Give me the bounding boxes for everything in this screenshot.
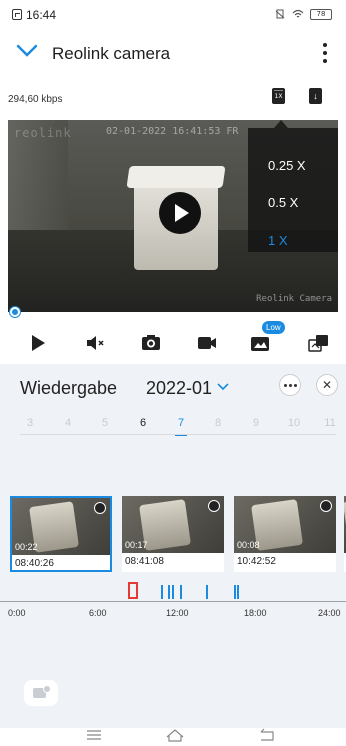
more-button[interactable] [279, 374, 301, 396]
menu-icon[interactable] [86, 728, 102, 742]
status-bar: 16:44 78 [0, 0, 346, 30]
motion-icon [94, 502, 106, 514]
day-item[interactable]: 8 [208, 417, 228, 429]
clip-item[interactable]: 00:17 08:41:08 [122, 496, 224, 572]
vibrate-mute-icon [275, 9, 285, 19]
play-icon[interactable] [26, 332, 50, 354]
system-navbar [0, 728, 346, 746]
gallery-icon[interactable] [307, 332, 331, 354]
day-item[interactable]: 11 [320, 417, 340, 429]
playback-speed-button[interactable]: 1X [272, 88, 285, 104]
day-item-selected[interactable]: 7 [171, 417, 191, 436]
watermark-logo: reolink [14, 126, 72, 140]
close-button[interactable]: ✕ [316, 374, 338, 396]
app-header: Reolink camera [0, 34, 346, 72]
player-controls [0, 326, 346, 360]
motion-icon [320, 500, 332, 512]
timeline[interactable]: 0:00 6:00 12:00 18:00 24:00 [0, 582, 346, 642]
timeline-label: 18:00 [244, 608, 267, 618]
video-player[interactable]: reolink 02-01-2022 16:41:53 FR Reolink C… [8, 120, 338, 312]
back-icon[interactable] [258, 728, 276, 742]
speed-option-05[interactable]: 0.5 X [268, 195, 298, 210]
timeline-event [161, 585, 163, 599]
more-options-icon[interactable] [322, 43, 328, 63]
status-icons: 78 [274, 8, 332, 20]
home-icon[interactable] [165, 728, 185, 742]
watermark-text: Reolink Camera [256, 294, 332, 304]
clip-item[interactable]: 00:08 10:42:52 [234, 496, 336, 572]
timeline-event [237, 585, 239, 599]
play-overlay-icon[interactable] [159, 192, 201, 234]
timeline-event [172, 585, 174, 599]
clip-duration: 00:08 [237, 540, 260, 550]
clip-duration: 00:22 [15, 542, 38, 552]
clip-time: 10:42:52 [237, 556, 276, 567]
timeline-cursor[interactable] [128, 582, 138, 599]
day-item[interactable]: 10 [284, 417, 304, 429]
clip-duration: 00:17 [125, 540, 148, 550]
playback-title: Wiedergabe [20, 378, 118, 398]
camera-title: Reolink camera [52, 44, 171, 63]
progress-handle[interactable] [10, 307, 20, 317]
video-timestamp: 02-01-2022 16:41:53 FR [106, 126, 239, 137]
record-icon[interactable] [195, 332, 219, 354]
timeline-label: 24:00 [318, 608, 341, 618]
playback-panel: Wiedergabe 2022-01 ✕ 3 4 5 6 7 8 9 10 11… [0, 364, 346, 728]
speed-menu: 0.25 X 0.5 X 1 X [248, 120, 338, 252]
speed-option-025[interactable]: 0.25 X [268, 158, 306, 173]
chevron-down-icon[interactable] [217, 383, 229, 391]
day-item[interactable]: 4 [58, 417, 78, 429]
bitrate-label: 294,60 kbps [8, 94, 63, 105]
speed-option-1[interactable]: 1 X [268, 233, 288, 248]
low-quality-badge: Low [262, 321, 285, 334]
day-item[interactable]: 9 [246, 417, 266, 429]
timeline-event [180, 585, 182, 599]
download-button[interactable]: ↓ [309, 88, 322, 104]
timeline-label: 6:00 [89, 608, 107, 618]
clip-item[interactable]: 00:22 08:40:26 [10, 496, 112, 572]
battery-icon: 78 [310, 8, 332, 20]
day-strip-divider [20, 434, 336, 435]
wifi-icon [292, 9, 304, 18]
timeline-event [234, 585, 236, 599]
month-selector[interactable]: 2022-01 [146, 378, 212, 399]
camera-add-icon[interactable] [24, 680, 58, 706]
clip-time: 08:41:08 [125, 556, 164, 567]
timeline-event [168, 585, 170, 599]
day-item[interactable]: 6 [133, 417, 153, 429]
timeline-label: 0:00 [8, 608, 26, 618]
chevron-down-icon[interactable] [16, 44, 38, 58]
calendar-icon [12, 9, 22, 20]
day-item[interactable]: 3 [20, 417, 40, 429]
status-time: 16:44 [26, 8, 57, 22]
quality-icon[interactable] [249, 332, 273, 354]
timeline-label: 12:00 [166, 608, 189, 618]
timeline-event [206, 585, 208, 599]
clip-list: 00:22 08:40:26 00:17 08:41:08 00:08 10:4… [0, 496, 346, 576]
snapshot-icon[interactable] [139, 332, 163, 354]
day-item[interactable]: 5 [95, 417, 115, 429]
clip-time: 08:40:26 [15, 558, 54, 569]
motion-icon [208, 500, 220, 512]
mute-icon[interactable] [84, 332, 108, 354]
timeline-axis [0, 601, 346, 602]
